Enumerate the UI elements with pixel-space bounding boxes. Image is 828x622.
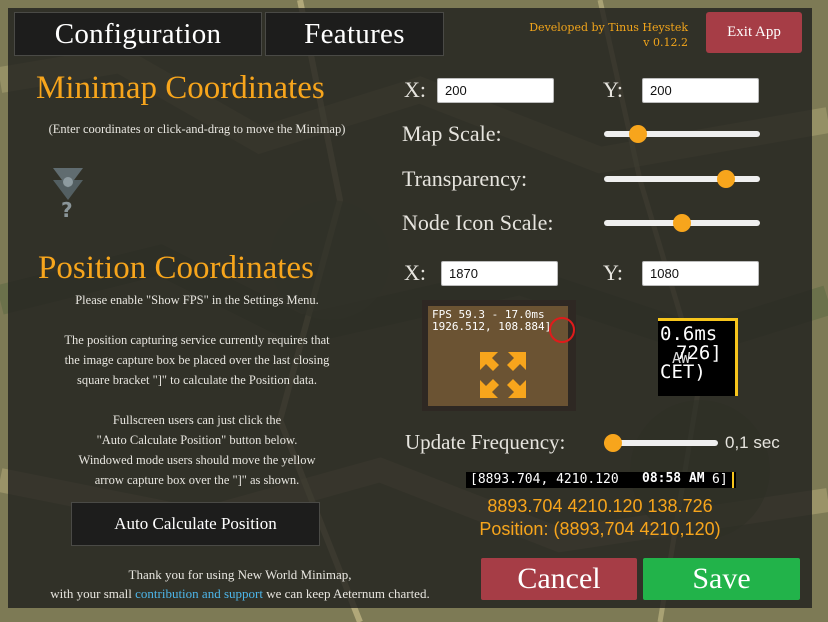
parsed-coordinates: 8893.704 4210.120 138.726	[487, 496, 713, 516]
contribution-link[interactable]: contribution and support	[135, 586, 263, 601]
developer-credit: Developed by Tinus Heystek v 0.12.2	[520, 20, 688, 50]
example-fps-text: FPS 59.3 - 17.0ms 1926.512, 108.884]	[432, 309, 551, 333]
live-capture-box[interactable]: 0.6ms 726] CET) AW	[658, 318, 738, 396]
transparency-slider[interactable]	[604, 169, 760, 189]
minimap-coordinates-title: Minimap Coordinates	[36, 70, 325, 106]
node-icon-scale-label: Node Icon Scale:	[402, 210, 554, 235]
map-scale-label: Map Scale:	[402, 121, 502, 146]
save-button[interactable]: Save	[643, 558, 800, 600]
transparency-thumb[interactable]	[717, 170, 736, 188]
version-label: v 0.12.2	[643, 36, 688, 49]
tab-features[interactable]: Features	[265, 12, 444, 56]
note-line: arrow capture box over the "]" as shown.	[94, 473, 300, 487]
map-scale-thumb[interactable]	[628, 125, 647, 143]
marker-question-glyph: ?	[61, 198, 73, 222]
update-frequency-value: 0,1 sec	[725, 433, 780, 452]
update-frequency-thumb[interactable]	[604, 434, 622, 452]
map-scale-track	[604, 131, 760, 137]
map-scale-slider[interactable]	[604, 124, 760, 144]
tab-configuration[interactable]: Configuration	[14, 12, 262, 56]
note-line: Windowed mode users should move the yell…	[78, 453, 316, 467]
note-line: The position capturing service currently…	[64, 333, 330, 347]
minimap-y-input[interactable]	[642, 78, 759, 103]
position-notes: Please enable "Show FPS" in the Settings…	[14, 290, 380, 490]
update-frequency-label: Update Frequency:	[405, 430, 566, 454]
example-coords-line: 1926.512, 108.884]	[432, 320, 552, 333]
minimap-x-label: X:	[404, 77, 426, 102]
ocr-capture-tail: 6]	[712, 472, 728, 487]
minimap-hint: (Enter coordinates or click-and-drag to …	[48, 122, 346, 136]
node-icon-scale-slider[interactable]	[604, 213, 760, 233]
position-x-label: X:	[404, 260, 426, 285]
note-line: the image capture box be placed over the…	[64, 353, 330, 367]
thanks-line-2: with your small contribution and support…	[14, 584, 466, 603]
exit-app-button[interactable]: Exit App	[706, 12, 802, 53]
transparency-label: Transparency:	[402, 166, 528, 191]
note-line: square bracket "]" to calculate the Posi…	[77, 373, 317, 387]
ocr-overlay-time: 08:58 AM	[642, 472, 705, 486]
red-circle-icon	[549, 317, 575, 343]
cancel-button[interactable]: Cancel	[481, 558, 637, 600]
thanks-line-2-suffix: we can keep Aeternum charted.	[262, 586, 430, 601]
update-frequency-slider[interactable]	[604, 433, 718, 453]
developer-name: Developed by Tinus Heystek	[529, 21, 688, 34]
thanks-line-1: Thank you for using New World Minimap,	[128, 567, 352, 582]
note-line	[14, 390, 380, 410]
thanks-message: Thank you for using New World Minimap, w…	[14, 565, 466, 603]
position-y-input[interactable]	[642, 261, 759, 286]
note-line: Please enable "Show FPS" in the Settings…	[75, 293, 319, 307]
minimap-y-label: Y:	[603, 77, 623, 102]
auto-calculate-position-button[interactable]: Auto Calculate Position	[71, 502, 320, 546]
live-capture-text: 0.6ms 726] CET)	[660, 325, 722, 382]
ocr-capture-edge	[732, 472, 734, 488]
example-capture-image: FPS 59.3 - 17.0ms 1926.512, 108.884]	[422, 300, 576, 411]
minimap-marker-icon[interactable]: ?	[48, 158, 88, 230]
ocr-capture-strip: [8893.704, 4210.120 08:58 AM 6]	[466, 472, 736, 488]
position-y-label: Y:	[603, 260, 623, 285]
thanks-line-2-prefix: with your small	[50, 586, 136, 601]
live-line-3: AW	[672, 349, 691, 367]
ocr-capture-text: [8893.704, 4210.120	[470, 472, 619, 487]
note-line: "Auto Calculate Position" button below.	[96, 433, 298, 447]
move-arrows-icon	[480, 352, 526, 398]
note-line: Fullscreen users can just click the	[112, 413, 282, 427]
live-line-4: CET)	[660, 361, 706, 383]
note-line	[14, 310, 380, 330]
position-readout: Position: (8893,704 4210,120)	[479, 519, 721, 539]
position-coordinates-title: Position Coordinates	[38, 250, 314, 286]
position-x-input[interactable]	[441, 261, 558, 286]
minimap-x-input[interactable]	[437, 78, 554, 103]
node-icon-scale-thumb[interactable]	[673, 214, 691, 232]
transparency-track	[604, 176, 760, 182]
